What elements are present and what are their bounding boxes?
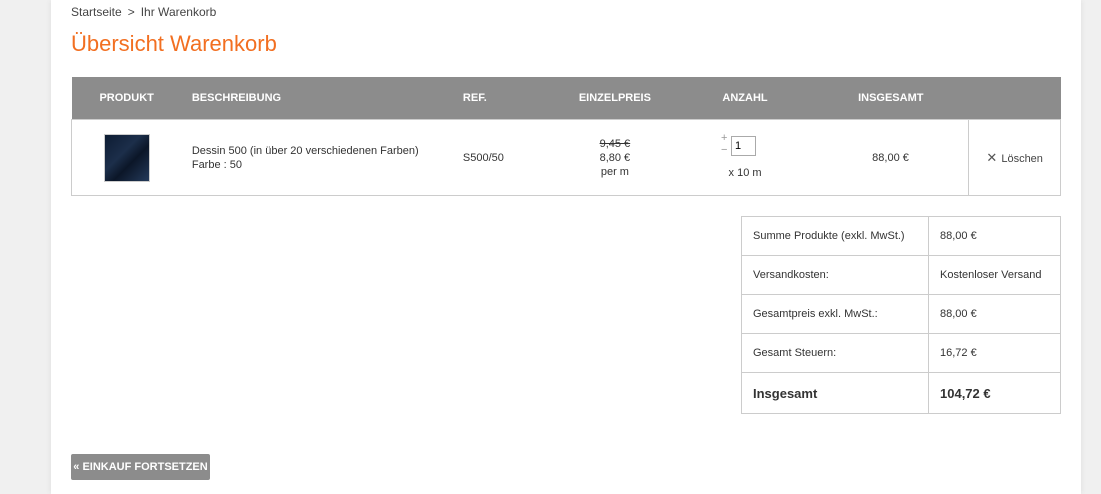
header-produkt: PRODUKT	[71, 77, 182, 120]
header-beschreibung: BESCHREIBUNG	[181, 77, 463, 120]
unit-price-cell: 9,45 € 8,80 € per m	[552, 119, 678, 196]
summary-row: Summe Produkte (exkl. MwSt.) 88,00 €	[741, 216, 1061, 256]
quantity-input[interactable]	[731, 136, 757, 156]
price-unit: per m	[600, 165, 629, 178]
line-total: 88,00 €	[812, 119, 969, 196]
header-actions	[968, 77, 1061, 120]
summary-value: 88,00 €	[928, 216, 1061, 256]
delete-cell: ✕ Löschen	[968, 119, 1061, 196]
delete-label: Löschen	[1001, 152, 1043, 165]
cart-header-row: PRODUKT BESCHREIBUNG REF. EINZELPREIS AN…	[71, 77, 1061, 120]
minus-icon[interactable]: −	[721, 144, 727, 156]
cart-table: PRODUKT BESCHREIBUNG REF. EINZELPREIS AN…	[70, 77, 1061, 196]
plus-icon[interactable]: +	[721, 132, 727, 144]
header-anzahl: ANZAHL	[677, 77, 813, 120]
breadcrumb-home-link[interactable]: Startseite	[71, 5, 122, 19]
continue-shopping-button[interactable]: « EINKAUF FORTSETZEN	[71, 454, 210, 480]
breadcrumb-separator: >	[127, 5, 135, 19]
product-name[interactable]: Dessin 500 (in über 20 verschiedenen Far…	[192, 144, 463, 158]
header-insgesamt: INSGESAMT	[812, 77, 969, 120]
product-description-cell: Dessin 500 (in über 20 verschiedenen Far…	[181, 119, 463, 196]
cart-summary-table: Summe Produkte (exkl. MwSt.) 88,00 € Ver…	[741, 216, 1061, 414]
page-container: Startseite > Ihr Warenkorb Übersicht Waren…	[51, 0, 1081, 494]
header-ref: REF.	[462, 77, 553, 120]
header-einzelpreis: EINZELPREIS	[552, 77, 678, 120]
quantity-stepper: + −	[721, 132, 761, 166]
product-variant: Farbe : 50	[191, 158, 242, 171]
quantity-unit: x 10 m	[728, 167, 762, 179]
product-ref: S500/50	[462, 119, 553, 196]
grand-total-row: Insgesamt 104,72 €	[741, 372, 1061, 414]
close-icon: ✕	[986, 149, 998, 165]
summary-label: Gesamt Steuern:	[741, 333, 929, 373]
summary-row: Gesamtpreis exkl. MwSt.: 88,00 €	[741, 294, 1061, 334]
summary-label: Versandkosten:	[741, 255, 929, 295]
fabric-thumbnail-icon[interactable]	[103, 133, 150, 182]
cart-item-row: Dessin 500 (in über 20 verschiedenen Far…	[70, 119, 1061, 196]
grand-total-label: Insgesamt	[741, 372, 929, 414]
old-price: 9,45 €	[599, 137, 631, 150]
summary-value: 16,72 €	[928, 333, 1061, 373]
summary-row: Versandkosten: Kostenloser Versand	[741, 255, 1061, 295]
quantity-cell: + − x 10 m	[677, 119, 813, 196]
summary-value: Kostenloser Versand	[928, 255, 1061, 295]
grand-total-value: 104,72 €	[928, 372, 1061, 414]
summary-label: Summe Produkte (exkl. MwSt.)	[741, 216, 929, 256]
product-thumbnail-cell	[70, 119, 182, 196]
summary-label: Gesamtpreis exkl. MwSt.:	[741, 294, 929, 334]
page-title: Übersicht Warenkorb	[71, 31, 277, 56]
delete-button[interactable]: ✕ Löschen	[986, 149, 1043, 165]
current-price: 8,80 €	[599, 151, 631, 164]
breadcrumb-current: Ihr Warenkorb	[140, 5, 217, 19]
summary-value: 88,00 €	[928, 294, 1061, 334]
breadcrumb: Startseite > Ihr Warenkorb	[71, 5, 216, 19]
summary-row: Gesamt Steuern: 16,72 €	[741, 333, 1061, 373]
